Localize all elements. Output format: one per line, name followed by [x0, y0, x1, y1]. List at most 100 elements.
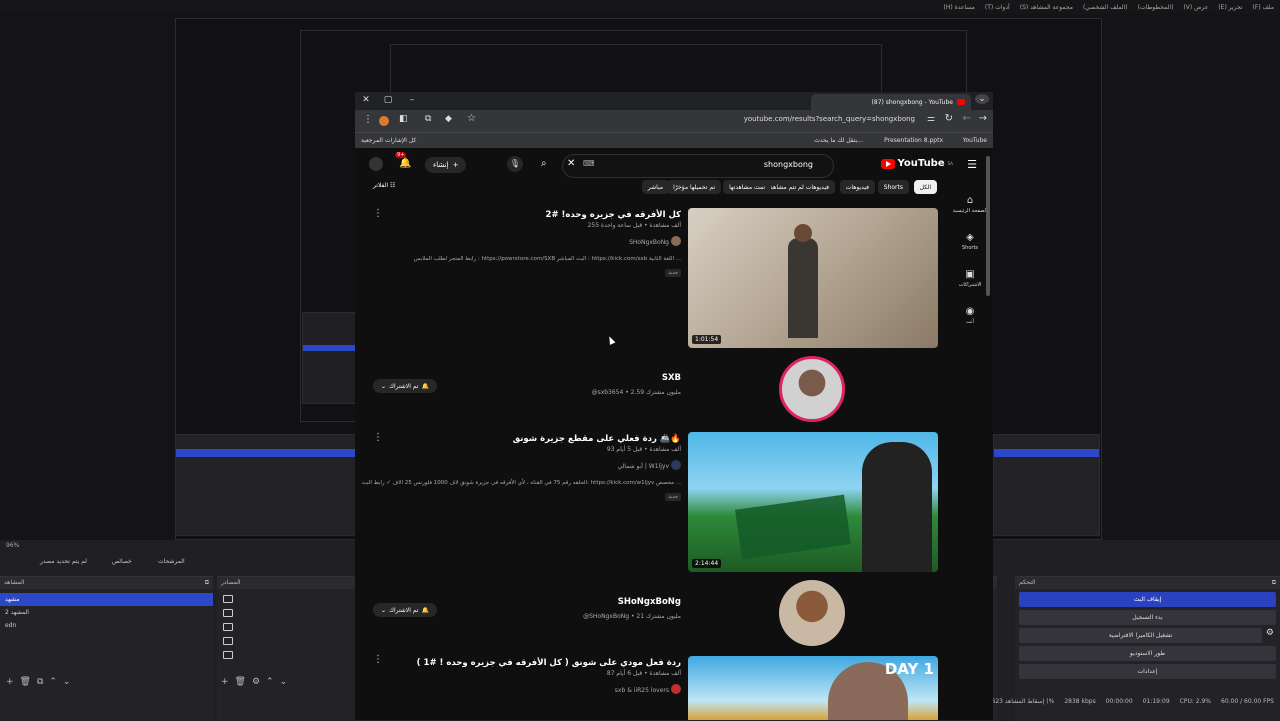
subscribed-button[interactable]: ⌄ تم الاشتراك 🔔 [373, 379, 437, 393]
sources-title: المصادر [221, 579, 241, 586]
scene-item[interactable]: مشهد [0, 593, 213, 606]
hamburger-icon[interactable]: ☰ [967, 158, 977, 171]
menu-dots-icon[interactable]: ⋮ [363, 114, 373, 125]
scenes-panel: المشاهد ⧉ مشهد المشهد 2 edn +🗑⧉⌃⌄ [0, 576, 213, 721]
notification-count: 9+ [395, 152, 407, 158]
menu-edit[interactable]: تحرير (E) [1218, 4, 1242, 11]
menu-tools[interactable]: أدوات (T) [985, 4, 1010, 11]
channel-avatar[interactable] [779, 580, 845, 646]
menu-profile[interactable]: (الملف الشخصي) [1083, 4, 1128, 11]
nested-controls-panel [993, 434, 1100, 536]
minimize-icon[interactable]: – [405, 95, 419, 105]
virtual-camera-button[interactable]: تشغيل الكاميرا الافتراضية [1019, 628, 1262, 643]
channel-name[interactable]: SHoNgxBoNg [629, 239, 669, 246]
scrollbar[interactable] [986, 156, 990, 296]
scene-item[interactable]: edn [0, 619, 213, 632]
menu-scene-collection[interactable]: مجموعة المشاهد (S) [1020, 4, 1073, 11]
clear-search-icon[interactable]: ✕ [567, 158, 575, 169]
video-title[interactable]: ردة فعل مودي على شونق ( كل الأفرقه في جز… [417, 658, 681, 668]
reload-icon[interactable]: ↻ [945, 113, 953, 124]
source-toolbar[interactable]: +🗑⚙⌃⌄ [221, 677, 293, 687]
forward-icon[interactable]: ← [963, 113, 971, 124]
avatar[interactable] [369, 157, 383, 171]
channel-avatar[interactable] [671, 684, 681, 694]
tab-title: (87) shongxbong - YouTube [871, 98, 953, 106]
cpu-usage: CPU: 2.9% [1179, 697, 1212, 705]
menu-help[interactable]: مساعدة (H) [944, 4, 975, 11]
more-options-icon[interactable]: ⋮ [373, 208, 383, 219]
site-settings-icon[interactable]: ⚌ [927, 114, 935, 124]
scene-toolbar[interactable]: +🗑⧉⌃⌄ [6, 677, 76, 687]
create-button[interactable]: إنشاء + [425, 157, 467, 173]
chip-live[interactable]: مباشر [641, 180, 669, 194]
channel-avatar[interactable] [671, 460, 681, 470]
menu-scripts[interactable]: (المخطوطات) [1138, 4, 1174, 11]
search-input[interactable]: shongxbong ⌨ ✕ ⌕ [541, 154, 834, 178]
youtube-logo[interactable]: YouTube SA [880, 158, 953, 169]
nested-scenes-panel [302, 312, 356, 404]
sidebar-item-you[interactable]: ◉ أنت [947, 297, 993, 334]
channel-avatar[interactable] [671, 236, 681, 246]
source-icon[interactable] [223, 623, 233, 631]
url-field[interactable]: youtube.com/results?search_query=shongxb… [744, 115, 915, 123]
keyboard-icon[interactable]: ⌨ [583, 159, 595, 168]
channel-name[interactable]: أبو شمالي | W1ljyv [617, 463, 669, 470]
profile-icon[interactable] [379, 116, 389, 126]
close-window-icon[interactable]: ✕ [359, 95, 373, 105]
channel-name[interactable]: SHoNgxBoNg [618, 597, 681, 607]
video-thumbnail[interactable]: 1:01:54 [688, 208, 938, 348]
source-icon[interactable] [223, 637, 233, 645]
chip-shorts[interactable]: Shorts [877, 180, 909, 194]
channel-avatar[interactable] [779, 356, 845, 422]
search-icon[interactable]: ⌕ [541, 158, 547, 169]
source-icon[interactable] [223, 609, 233, 617]
bookmark-news[interactable]: يتقل لك ما يحدث... [814, 137, 863, 144]
obs-menubar: ملف (F) تحرير (E) عرض (V) (المخطوطات) (ا… [0, 0, 1280, 14]
extension-icon[interactable]: ◆ [445, 114, 452, 124]
chip-recent[interactable]: تم تحميلها مؤخرًا [667, 180, 721, 194]
browser-tab[interactable]: (87) shongxbong - YouTube [811, 94, 971, 110]
thumbnail-caption: DAY 1 [884, 660, 934, 678]
bookmark-youtube[interactable]: YouTube [963, 137, 987, 144]
filters-button[interactable]: المرشحات [158, 558, 185, 565]
maximize-icon[interactable]: ▢ [381, 95, 395, 105]
voice-search-icon[interactable]: 🎙 [507, 156, 523, 172]
bookmark-star-icon[interactable]: ☆ [467, 113, 476, 124]
menu-file[interactable]: ملف (F) [1253, 4, 1274, 11]
back-icon[interactable]: → [979, 113, 987, 124]
gear-icon[interactable]: ⚙ [1266, 628, 1274, 638]
video-duration: 2:14:44 [692, 559, 722, 568]
no-source-label: لم يتم تحديد مصدر [40, 558, 87, 565]
extensions-icon[interactable]: ⧉ [425, 114, 431, 124]
video-title[interactable]: كل الأفرقه في جزيره وحده! #2 [546, 210, 681, 220]
bookmark-presentation[interactable]: Presentation 8.pptx [884, 137, 943, 144]
filters-button[interactable]: الفلاتر ☷ [373, 182, 395, 189]
rec-time: 00:00:00 [1105, 697, 1133, 705]
chip-watched[interactable]: تمت مشاهدتها [723, 180, 771, 194]
more-options-icon[interactable]: ⋮ [373, 432, 383, 443]
source-icon[interactable] [223, 651, 233, 659]
more-options-icon[interactable]: ⋮ [373, 654, 383, 665]
sidepanel-icon[interactable]: ◧ [399, 114, 408, 124]
channel-name[interactable]: SXB [662, 373, 681, 383]
source-icon[interactable] [223, 595, 233, 603]
video-thumbnail[interactable]: DAY 1 [688, 656, 938, 720]
video-thumbnail[interactable]: 2:14:44 [688, 432, 938, 572]
notifications-icon[interactable]: 🔔 [399, 158, 411, 169]
obs-statusbar: إسقاط المشاهد 623 (% 2838 kbps 00:00:00 … [990, 694, 1280, 708]
live-time: 01:19:09 [1142, 697, 1170, 705]
properties-button[interactable]: خصائص [112, 558, 132, 565]
chip-videos[interactable]: فيديوهات [839, 180, 875, 194]
video-title[interactable]: ردة فعلي على مقطع جزيرة شونق 🚢🔥 [513, 434, 681, 444]
menu-view[interactable]: عرض (V) [1183, 4, 1208, 11]
chip-all[interactable]: الكل [913, 180, 937, 194]
studio-mode-button[interactable]: طور الاستوديو [1019, 646, 1276, 661]
subscribed-button[interactable]: ⌄ تم الاشتراك 🔔 [373, 603, 437, 617]
tab-search-icon[interactable]: ⌄ [975, 94, 989, 104]
all-bookmarks[interactable]: كل الإشارات المرجعية [361, 137, 416, 144]
channel-name[interactable]: sxb & iiR25 lovers [615, 687, 669, 694]
scene-item[interactable]: المشهد 2 [0, 606, 213, 619]
start-recording-button[interactable]: بدء التسجيل [1019, 610, 1276, 625]
settings-button[interactable]: إعدادات [1019, 664, 1276, 679]
stop-stream-button[interactable]: إيقاف البث [1019, 592, 1276, 607]
